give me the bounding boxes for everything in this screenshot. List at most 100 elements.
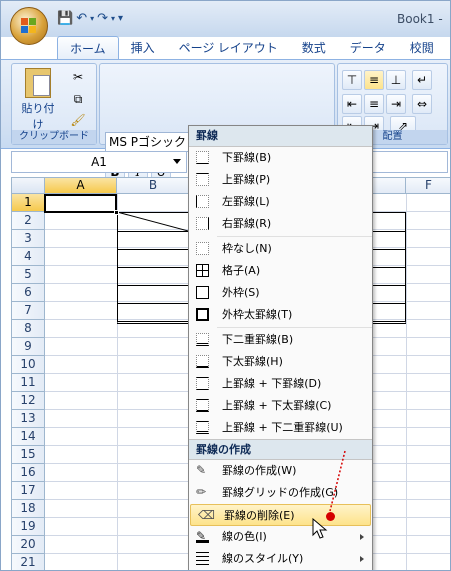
- excel-window: 💾 ↶ ▾ ↷ ▾ ▾ Book1 - ホーム 挿入 ページ レイアウト 数式 …: [0, 0, 451, 571]
- menu-item-label: 外枠太罫線(T): [222, 308, 293, 321]
- quick-access-toolbar: 💾 ↶ ▾ ↷ ▾ ▾: [57, 11, 123, 26]
- menu-item-label: 右罫線(R): [222, 217, 272, 230]
- right-border-icon: [196, 217, 209, 230]
- paste-icon: [25, 68, 51, 98]
- wrap-text-icon[interactable]: ↵: [412, 70, 432, 90]
- draw-border-grid-icon: ✏: [196, 485, 207, 499]
- mouse-cursor-icon: [312, 518, 328, 539]
- copy-icon[interactable]: ⧉: [68, 90, 88, 110]
- tab-data[interactable]: データ: [338, 36, 398, 60]
- office-logo-icon: [21, 18, 37, 34]
- dropdown-icon[interactable]: ▾: [90, 14, 94, 23]
- clipboard-group-label: クリップボード: [12, 130, 96, 144]
- cut-icon[interactable]: ✂: [68, 68, 88, 88]
- annotation-dotted-arrow: [329, 450, 346, 512]
- menu-item-label: 下罫線(B): [222, 151, 272, 164]
- menu-item-label: 枠なし(N): [222, 242, 272, 255]
- row-header[interactable]: 7: [11, 302, 45, 320]
- top-border-icon: [196, 173, 209, 186]
- undo-icon[interactable]: ↶: [76, 11, 87, 26]
- row-header[interactable]: 15: [11, 446, 45, 464]
- tab-formulas[interactable]: 数式: [290, 36, 338, 60]
- tab-insert[interactable]: 挿入: [119, 36, 167, 60]
- row-header[interactable]: 4: [11, 248, 45, 266]
- menu-item-line-color[interactable]: ✎ 線の色(I): [189, 526, 372, 548]
- menu-item-top-bottom-border[interactable]: 上罫線 + 下罫線(D): [189, 373, 372, 395]
- all-borders-icon: [196, 264, 209, 277]
- line-style-icon: [196, 552, 209, 565]
- row-header[interactable]: 18: [11, 500, 45, 518]
- tab-home[interactable]: ホーム: [57, 36, 119, 60]
- office-button[interactable]: [10, 7, 48, 45]
- menu-item-bottom-border[interactable]: 下罫線(B): [189, 147, 372, 169]
- diagonal-border-line: [117, 212, 192, 232]
- menu-item-thick-box-border[interactable]: 外枠太罫線(T): [189, 304, 372, 326]
- row-header[interactable]: 16: [11, 464, 45, 482]
- menu-separator: [217, 327, 372, 328]
- top-bottom-border-icon: [196, 377, 209, 390]
- menu-item-top-thick-bottom-border[interactable]: 上罫線 + 下太罫線(C): [189, 395, 372, 417]
- save-icon[interactable]: 💾: [57, 11, 73, 26]
- column-header-a[interactable]: A: [45, 177, 117, 194]
- clipboard-group: 貼り付け ✂ ⧉ 🖌 クリップボード: [11, 63, 97, 145]
- menu-item-right-border[interactable]: 右罫線(R): [189, 213, 372, 235]
- tab-page-layout[interactable]: ページ レイアウト: [167, 36, 290, 60]
- menu-item-outside-borders[interactable]: 外枠(S): [189, 282, 372, 304]
- menu-item-line-style[interactable]: 線のスタイル(Y): [189, 548, 372, 570]
- no-border-icon: [196, 242, 209, 255]
- row-header[interactable]: 8: [11, 320, 45, 338]
- align-center-icon[interactable]: ≡: [364, 94, 384, 114]
- menu-item-left-border[interactable]: 左罫線(L): [189, 191, 372, 213]
- align-left-icon[interactable]: ⇤: [342, 94, 362, 114]
- left-border-icon: [196, 195, 209, 208]
- format-painter-icon[interactable]: 🖌: [68, 111, 88, 131]
- row-header[interactable]: 1: [11, 194, 45, 212]
- tab-review[interactable]: 校閲: [398, 36, 446, 60]
- row-header[interactable]: 10: [11, 356, 45, 374]
- name-box[interactable]: A1: [11, 151, 187, 173]
- erase-border-icon: ⌫: [198, 508, 215, 522]
- title-bar: 💾 ↶ ▾ ↷ ▾ ▾ Book1 -: [1, 1, 450, 37]
- row-header[interactable]: 13: [11, 410, 45, 428]
- row-header[interactable]: 11: [11, 374, 45, 392]
- row-header[interactable]: 6: [11, 284, 45, 302]
- menu-item-bottom-double-border[interactable]: 下二重罫線(B): [189, 329, 372, 351]
- chevron-down-icon[interactable]: [173, 159, 181, 164]
- menu-item-label: 罫線の作成(W): [222, 464, 297, 477]
- row-header[interactable]: 19: [11, 518, 45, 536]
- align-middle-icon[interactable]: ≡: [364, 70, 384, 90]
- row-header[interactable]: 12: [11, 392, 45, 410]
- align-right-icon[interactable]: ⇥: [386, 94, 406, 114]
- menu-item-label: 左罫線(L): [222, 195, 270, 208]
- row-header[interactable]: 17: [11, 482, 45, 500]
- row-header[interactable]: 3: [11, 230, 45, 248]
- menu-item-label: 上罫線 + 下太罫線(C): [222, 399, 332, 412]
- dropdown-icon[interactable]: ▾: [111, 14, 115, 23]
- column-header-f[interactable]: F: [406, 177, 450, 194]
- redo-icon[interactable]: ↷: [97, 11, 108, 26]
- row-header[interactable]: 14: [11, 428, 45, 446]
- menu-item-thick-bottom-border[interactable]: 下太罫線(H): [189, 351, 372, 373]
- menu-item-label: 罫線の削除(E): [224, 509, 295, 522]
- chevron-right-icon: [360, 556, 364, 562]
- row-header[interactable]: 9: [11, 338, 45, 356]
- paste-button[interactable]: 貼り付け: [18, 68, 58, 131]
- bottom-double-border-icon: [196, 333, 209, 346]
- merge-center-icon[interactable]: ⇔: [412, 94, 432, 114]
- align-top-icon[interactable]: ⊤: [342, 70, 362, 90]
- menu-item-all-borders[interactable]: 格子(A): [189, 260, 372, 282]
- fill-handle[interactable]: [114, 210, 119, 215]
- row-header[interactable]: 5: [11, 266, 45, 284]
- menu-item-no-border[interactable]: 枠なし(N): [189, 238, 372, 260]
- align-bottom-icon[interactable]: ⊥: [386, 70, 406, 90]
- menu-item-top-double-bottom-border[interactable]: 上罫線 + 下二重罫線(U): [189, 417, 372, 439]
- menu-item-top-border[interactable]: 上罫線(P): [189, 169, 372, 191]
- row-header[interactable]: 2: [11, 212, 45, 230]
- active-cell-a1[interactable]: [44, 194, 119, 215]
- column-header-b[interactable]: B: [117, 177, 190, 194]
- menu-item-label: 下二重罫線(B): [222, 333, 294, 346]
- row-header[interactable]: 20: [11, 536, 45, 554]
- select-all-button[interactable]: [11, 177, 45, 194]
- customize-icon[interactable]: ▾: [118, 13, 123, 24]
- row-header[interactable]: 21: [11, 554, 45, 570]
